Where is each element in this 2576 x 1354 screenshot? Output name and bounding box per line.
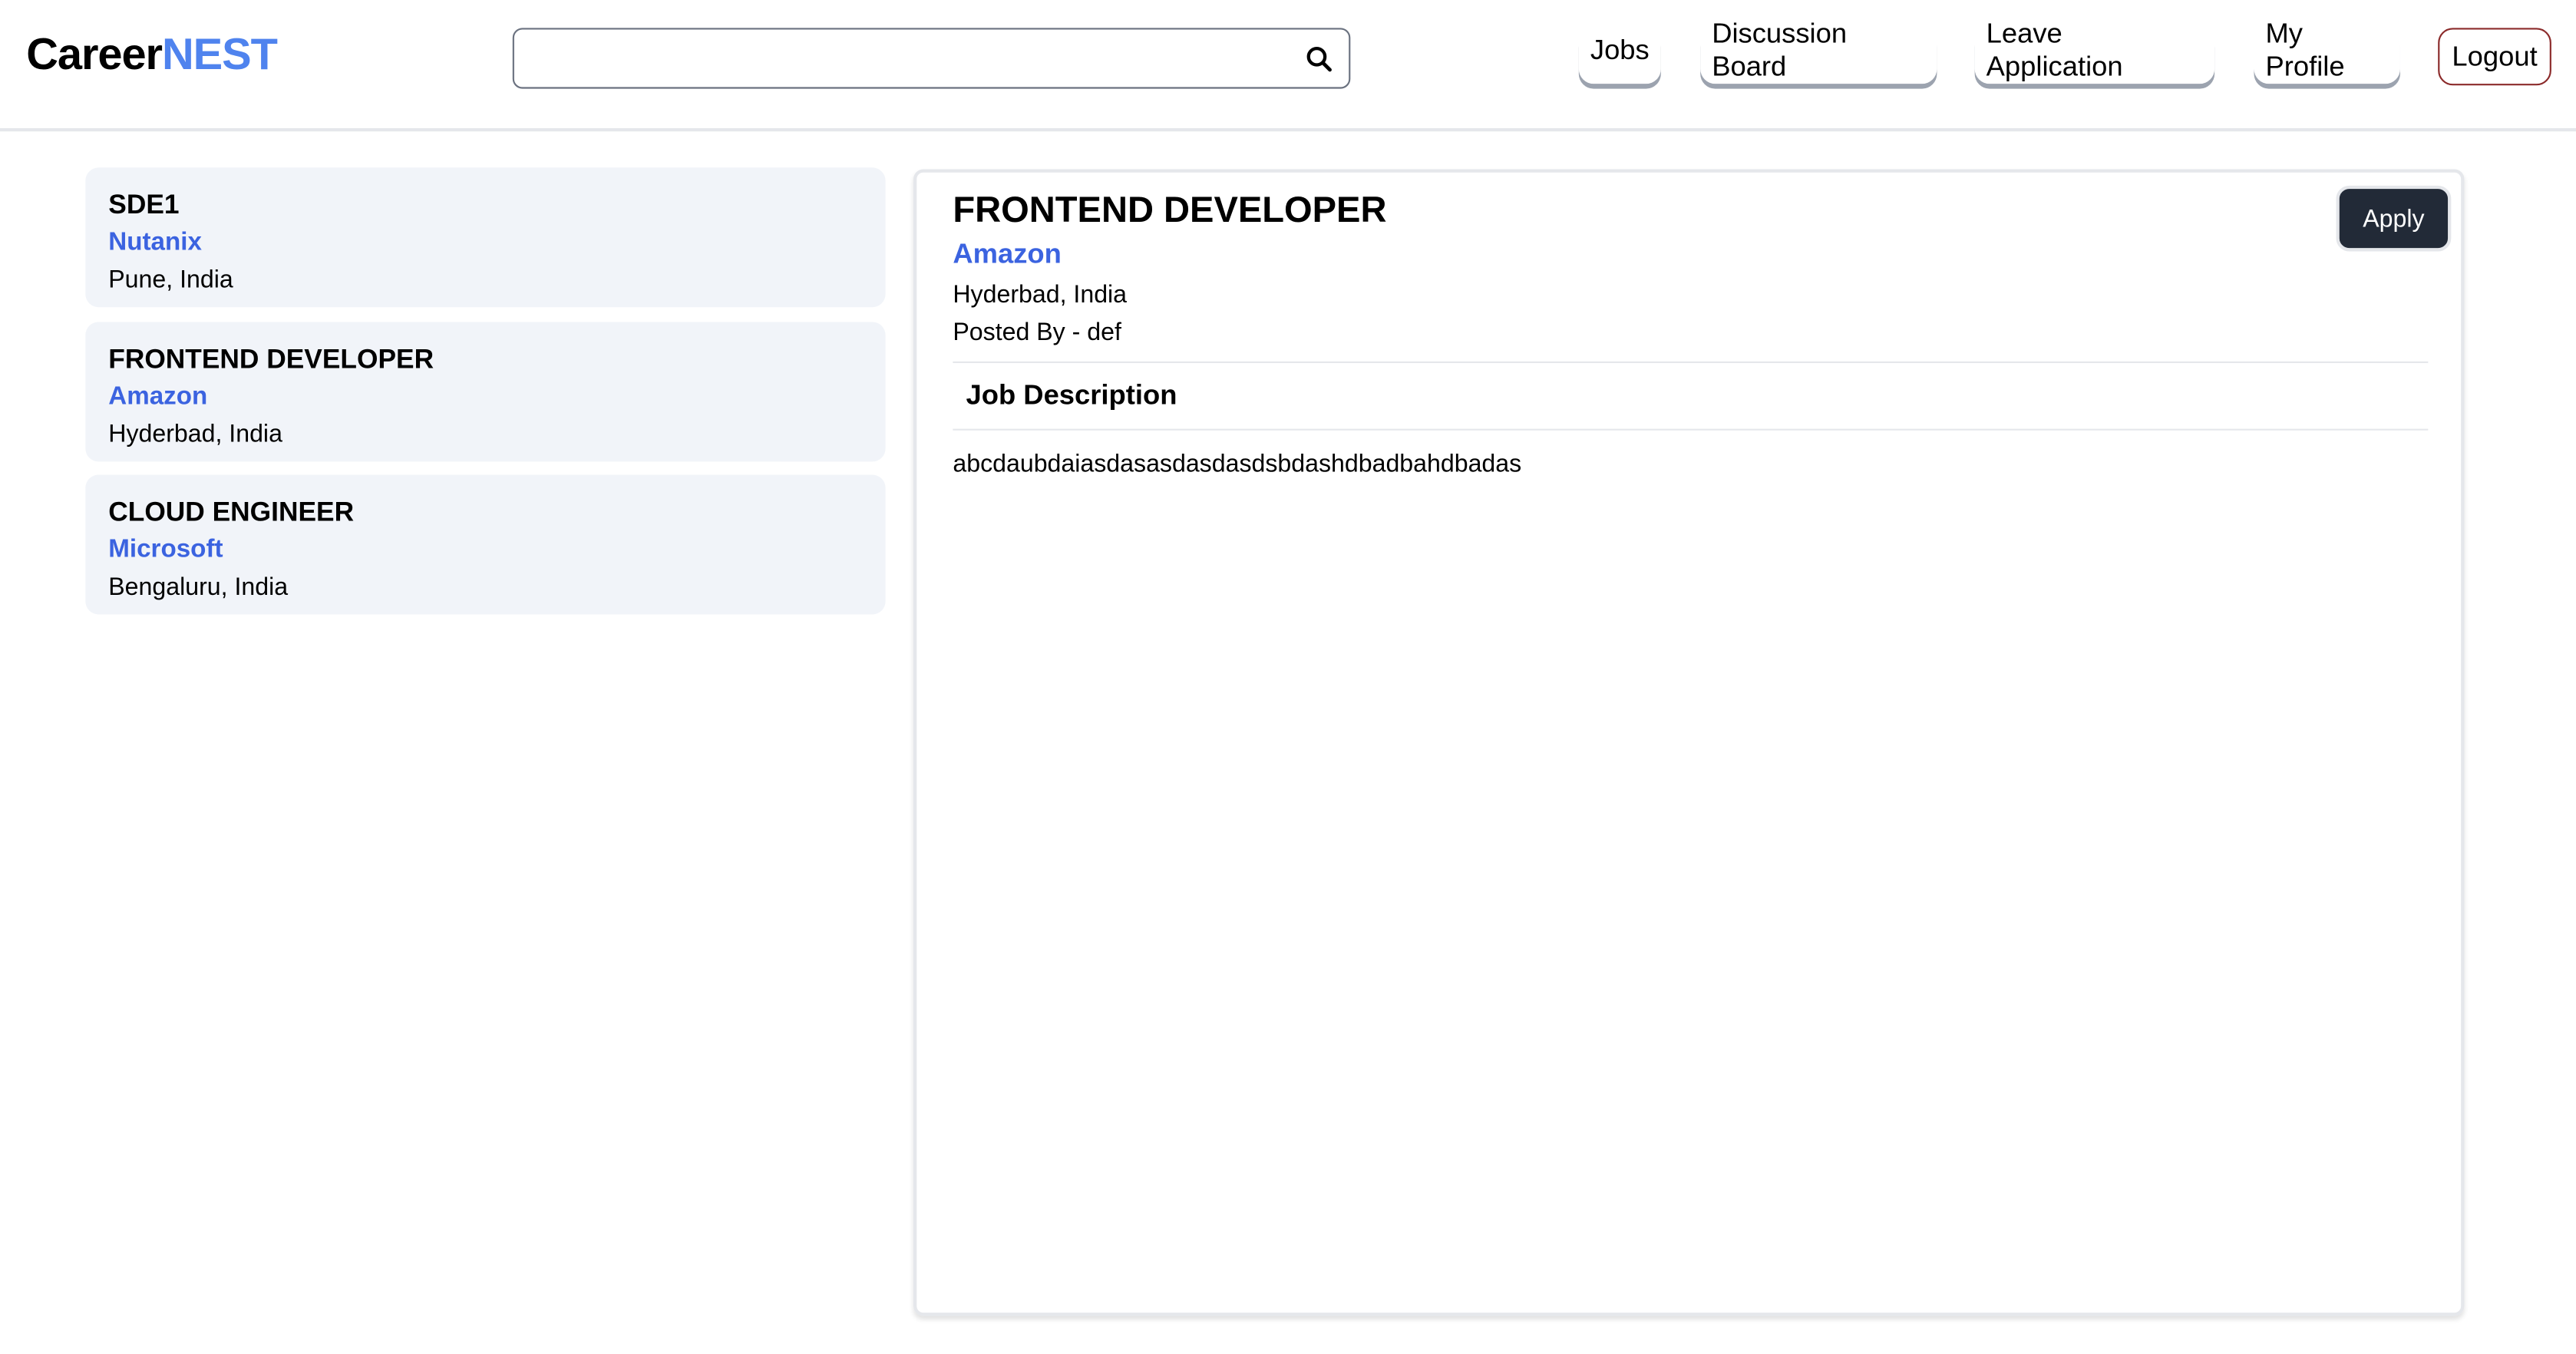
detail-company: Amazon [953, 238, 1062, 270]
logo-nest: NEST [161, 29, 278, 79]
detail-title: FRONTEND DEVELOPER [953, 189, 1387, 230]
apply-button[interactable]: Apply [2336, 185, 2452, 252]
job-description-heading: Job Description [953, 361, 2429, 431]
detail-posted-by: Posted By - def [953, 319, 1121, 347]
nav-my-profile[interactable]: My Profile [2254, 18, 2399, 84]
job-location: Hyderbad, India [108, 420, 282, 449]
job-location: Pune, India [108, 266, 233, 295]
job-location: Bengaluru, India [108, 573, 289, 602]
job-detail-panel: FRONTEND DEVELOPER Amazon Hyderbad, Indi… [913, 169, 2465, 1316]
search-input[interactable] [527, 29, 1290, 91]
job-title: FRONTEND DEVELOPER [108, 345, 434, 375]
job-company: Nutanix [108, 228, 202, 256]
job-title: CLOUD ENGINEER [108, 497, 355, 528]
job-card[interactable]: FRONTEND DEVELOPER Amazon Hyderbad, Indi… [85, 322, 886, 462]
nav-leave-application[interactable]: Leave Application [1975, 18, 2214, 84]
nav-jobs[interactable]: Jobs [1579, 28, 1661, 84]
job-company: Amazon [108, 382, 208, 411]
logo[interactable]: CareerNEST [26, 29, 278, 81]
header: CareerNEST Jobs Discussion Board Leave A… [0, 0, 2576, 132]
search-box [512, 28, 1351, 91]
job-company: Microsoft [108, 535, 223, 564]
app: CareerNEST Jobs Discussion Board Leave A… [0, 0, 2576, 1354]
job-card[interactable]: SDE1 Nutanix Pune, India [85, 167, 886, 308]
logout-button[interactable]: Logout [2438, 28, 2551, 86]
logo-career: Career [26, 29, 163, 79]
job-title: SDE1 [108, 190, 180, 220]
job-card[interactable]: CLOUD ENGINEER Microsoft Bengaluru, Indi… [85, 474, 886, 615]
search-icon[interactable] [1306, 46, 1333, 72]
nav-discussion-board[interactable]: Discussion Board [1700, 18, 1937, 84]
detail-location: Hyderbad, India [953, 280, 1128, 309]
job-description-text: abcdaubdaiasdasasdasdasdsbdashdbadbahdba… [953, 450, 1522, 478]
